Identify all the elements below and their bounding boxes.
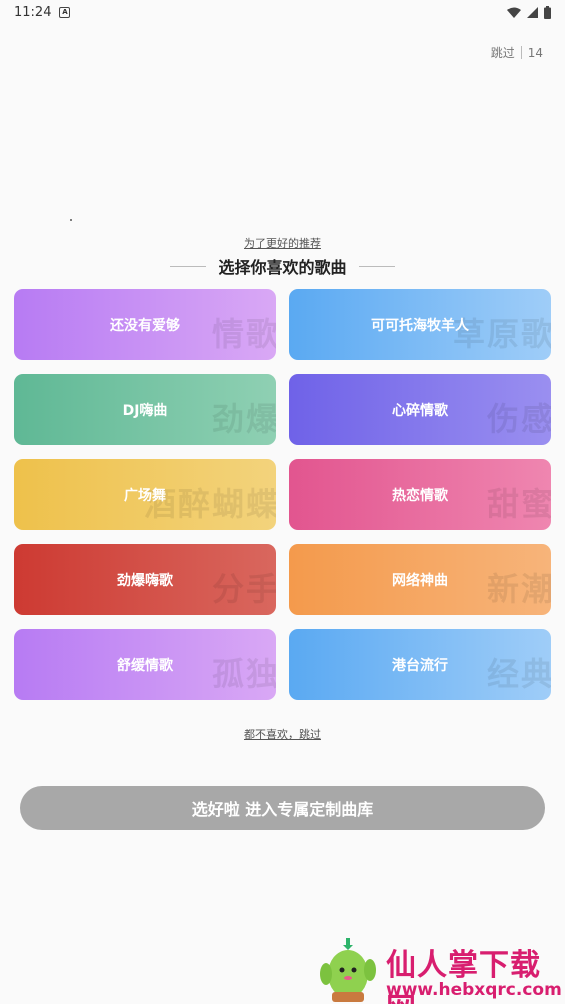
genre-card[interactable]: 酒醉蝴蝶 广场舞	[14, 459, 276, 530]
genre-watermark: 分手	[211, 570, 276, 608]
genre-watermark: 新潮	[486, 570, 551, 608]
battery-icon	[544, 5, 551, 19]
cactus-logo-icon	[320, 938, 376, 1002]
skip-all-link[interactable]: 都不喜欢，跳过	[0, 726, 565, 742]
genre-card[interactable]: 经典 港台流行	[289, 629, 551, 700]
confirm-label: 选好啦 进入专属定制曲库	[191, 800, 374, 819]
genre-label: 还没有爱够	[110, 317, 180, 334]
decorative-dot	[70, 219, 72, 221]
genre-card[interactable]: 草原歌 可可托海牧羊人	[289, 289, 551, 360]
genre-label: 网络神曲	[392, 572, 448, 589]
genre-label: DJ嗨曲	[122, 402, 168, 419]
genre-label: 港台流行	[392, 657, 448, 674]
signal-icon	[527, 6, 538, 18]
genre-card[interactable]: 甜蜜 热恋情歌	[289, 459, 551, 530]
skip-label: 跳过	[490, 46, 515, 60]
genre-grid: 情歌 还没有爱够 草原歌 可可托海牧羊人 劲爆 DJ嗨曲 伤感 心碎情歌 酒醉蝴…	[14, 289, 551, 700]
title-left-line	[170, 265, 207, 267]
site-watermark: 仙人掌下载网 www.hebxqrc.com	[316, 936, 565, 1004]
page-title: 选择你喜欢的歌曲	[218, 258, 347, 277]
genre-label: 广场舞	[124, 487, 166, 504]
title-right-line	[358, 265, 395, 267]
genre-watermark: 伤感	[486, 400, 551, 438]
skip-countdown-button[interactable]: 跳过 14	[491, 44, 543, 61]
countdown-value: 14	[527, 45, 543, 60]
genre-label: 心碎情歌	[392, 402, 448, 419]
genre-watermark: 经典	[486, 655, 551, 693]
genre-card[interactable]: 分手 劲爆嗨歌	[14, 544, 276, 615]
genre-card[interactable]: 劲爆 DJ嗨曲	[14, 374, 276, 445]
status-time: 11:24	[14, 4, 52, 20]
intro-subtitle: 为了更好的推荐	[244, 237, 321, 250]
genre-card[interactable]: 伤感 心碎情歌	[289, 374, 551, 445]
watermark-url: www.hebxqrc.com	[386, 980, 562, 1000]
genre-label: 劲爆嗨歌	[117, 572, 173, 589]
genre-card[interactable]: 孤独 舒缓情歌	[14, 629, 276, 700]
genre-watermark: 劲爆	[211, 400, 276, 438]
notification-icon: A	[59, 6, 71, 18]
genre-card[interactable]: 情歌 还没有爱够	[14, 289, 276, 360]
genre-watermark: 甜蜜	[486, 485, 551, 523]
genre-card[interactable]: 新潮 网络神曲	[289, 544, 551, 615]
genre-watermark: 孤独	[211, 655, 276, 693]
genre-label: 可可托海牧羊人	[371, 317, 469, 334]
divider	[520, 46, 522, 59]
confirm-button[interactable]: 选好啦 进入专属定制曲库	[20, 786, 545, 830]
genre-label: 舒缓情歌	[117, 657, 173, 674]
genre-watermark: 情歌	[211, 315, 276, 353]
status-bar: 11:24 A	[0, 0, 565, 24]
intro-title-row: 选择你喜欢的歌曲	[0, 254, 565, 278]
genre-label: 热恋情歌	[392, 487, 448, 504]
wifi-icon	[507, 7, 521, 18]
